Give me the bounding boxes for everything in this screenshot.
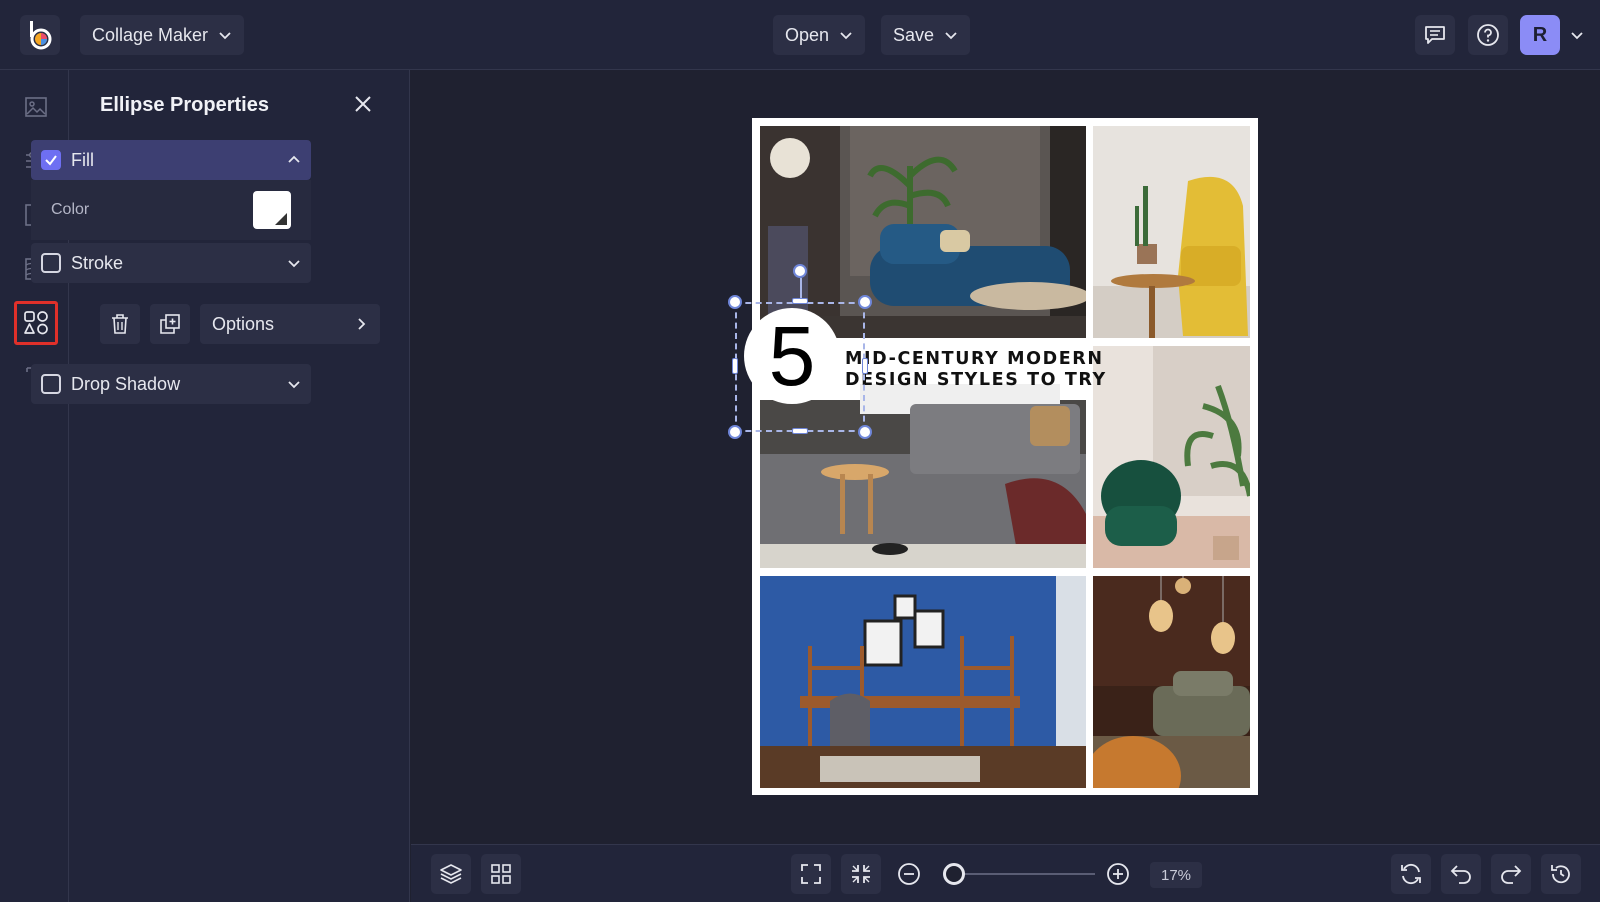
color-swatch[interactable] [253, 191, 291, 229]
reset-button[interactable] [1391, 854, 1431, 894]
comments-button[interactable] [1415, 15, 1455, 55]
zoom-in-icon [1107, 863, 1129, 885]
photo-pendant-lamps [1093, 576, 1250, 788]
duplicate-button[interactable] [150, 304, 190, 344]
resize-handle-bottom-right[interactable] [858, 425, 872, 439]
drop-shadow-label: Drop Shadow [71, 373, 181, 394]
fill-label: Fill [71, 149, 94, 170]
chevron-down-icon [219, 32, 231, 40]
photo-yellow-chair [1093, 126, 1250, 338]
fill-checkbox[interactable] [41, 150, 61, 170]
open-button[interactable]: Open [773, 15, 866, 55]
user-avatar[interactable]: R [1520, 15, 1560, 55]
app-logo[interactable] [20, 15, 60, 55]
color-label: Color [51, 201, 90, 218]
collage-headline[interactable]: MID-CENTURY MODERN DESIGN STYLES TO TRY [845, 349, 1107, 391]
undo-icon [1450, 865, 1471, 884]
trash-icon [112, 314, 128, 334]
zoom-out-icon [898, 863, 920, 885]
actual-size-button[interactable] [841, 854, 881, 894]
fill-color-row: Color [31, 180, 311, 240]
fill-section-header[interactable]: Fill [31, 140, 311, 180]
options-button[interactable]: Options [200, 304, 380, 344]
save-label: Save [893, 24, 935, 45]
zoom-level[interactable]: 17% [1150, 862, 1202, 888]
panel-title: Ellipse Properties [100, 94, 269, 116]
photo-blue-office [760, 576, 1086, 788]
resize-handle-top-right[interactable] [858, 295, 872, 309]
layers-icon [440, 864, 462, 884]
help-icon [1477, 24, 1499, 46]
resize-handle-top[interactable] [792, 298, 808, 304]
delete-button[interactable] [100, 304, 140, 344]
redo-button[interactable] [1491, 854, 1531, 894]
rail-item-graphics[interactable] [14, 301, 58, 345]
zoom-out-button[interactable] [889, 854, 929, 894]
stroke-label: Stroke [71, 252, 124, 273]
chevron-down-icon [840, 32, 852, 40]
open-label: Open [785, 24, 830, 45]
headline-line1: MID-CENTURY MODERN [845, 349, 1104, 369]
stroke-section-header[interactable]: Stroke [31, 243, 311, 283]
resize-handle-bottom[interactable] [792, 428, 808, 434]
redo-icon [1501, 865, 1522, 884]
collage-photo-yellow-chair[interactable] [1093, 126, 1250, 338]
zoom-in-button[interactable] [1098, 854, 1138, 894]
drop-shadow-section-header[interactable]: Drop Shadow [31, 364, 311, 404]
grid-button[interactable] [481, 854, 521, 894]
options-label: Options [212, 313, 275, 334]
chevron-down-icon[interactable] [1570, 28, 1584, 42]
shapes-icon [24, 311, 48, 335]
save-button[interactable]: Save [881, 15, 971, 55]
resize-handle-left[interactable] [732, 358, 738, 374]
collage-photo-blue-office[interactable] [760, 576, 1086, 788]
rotate-handle[interactable] [793, 264, 807, 278]
chevron-down-icon [288, 260, 300, 268]
swatch-corner-icon [275, 213, 287, 225]
resize-handle-bottom-left[interactable] [728, 425, 742, 439]
top-bar: Collage Maker Open Save R [0, 0, 1600, 70]
rail-item-images[interactable] [14, 85, 58, 129]
help-button[interactable] [1468, 15, 1508, 55]
chat-icon [1425, 26, 1445, 44]
logo-icon [30, 21, 52, 50]
zoom-slider-track[interactable] [950, 873, 1095, 875]
check-icon [45, 155, 57, 166]
image-icon [25, 97, 47, 117]
photo-green-armchair [1093, 346, 1250, 568]
expand-icon [801, 864, 821, 884]
chevron-down-icon [288, 381, 300, 389]
close-icon [355, 96, 371, 112]
chevron-up-icon [288, 155, 300, 163]
layers-button[interactable] [431, 854, 471, 894]
zoom-slider-handle[interactable] [943, 863, 965, 885]
stroke-checkbox[interactable] [41, 253, 61, 273]
grid-icon [491, 864, 511, 884]
drop-shadow-checkbox[interactable] [41, 374, 61, 394]
history-icon [1551, 865, 1570, 884]
headline-line2: DESIGN STYLES TO TRY [845, 370, 1107, 390]
duplicate-icon [160, 314, 180, 334]
chevron-down-icon [945, 32, 957, 40]
resize-handle-right[interactable] [862, 358, 868, 374]
close-button[interactable] [351, 92, 375, 116]
mode-label: Collage Maker [92, 24, 209, 45]
collage-photo-pendant-lamps[interactable] [1093, 576, 1250, 788]
compress-icon [852, 865, 870, 883]
mode-dropdown[interactable]: Collage Maker [80, 15, 245, 55]
refresh-icon [1401, 863, 1421, 885]
resize-handle-top-left[interactable] [728, 295, 742, 309]
collage-photo-green-armchair[interactable] [1093, 346, 1250, 568]
fit-to-screen-button[interactable] [791, 854, 831, 894]
history-button[interactable] [1541, 854, 1581, 894]
undo-button[interactable] [1441, 854, 1481, 894]
selection-box[interactable] [735, 302, 865, 432]
chevron-right-icon [358, 318, 366, 330]
